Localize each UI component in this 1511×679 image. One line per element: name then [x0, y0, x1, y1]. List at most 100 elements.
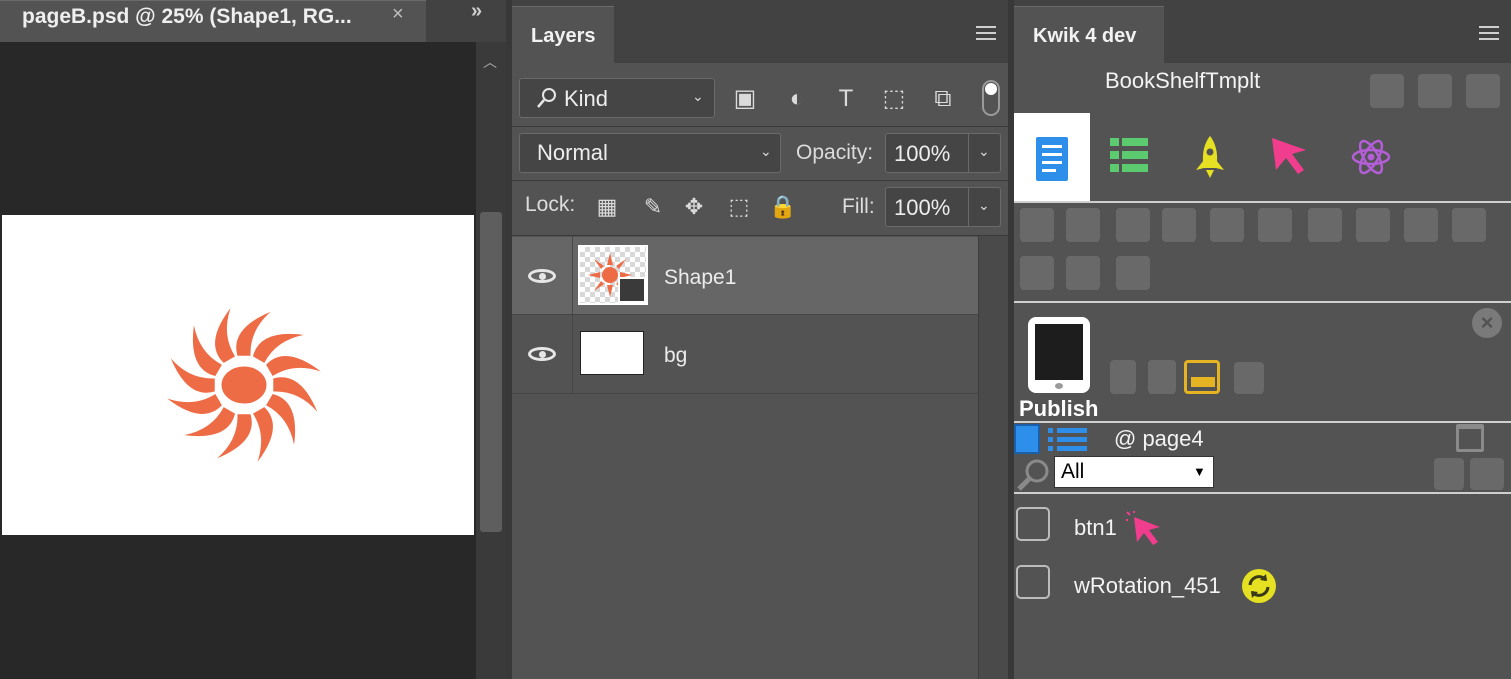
opacity-value: 100% [894, 141, 951, 166]
project-name: BookShelfTmplt [1105, 68, 1261, 93]
layers-list-icon[interactable] [1110, 136, 1150, 176]
new-project-folder-icon[interactable] [1370, 74, 1404, 108]
lock-all-icon[interactable]: 🔒 [768, 192, 798, 222]
layers-stack-icon[interactable] [1020, 256, 1054, 290]
trash-icon[interactable] [1456, 424, 1484, 452]
collapse-panels-icon[interactable]: » [471, 0, 482, 23]
layer-name-bg: bg [664, 344, 688, 367]
document-tab-title: pageB.psd @ 25% (Shape1, RG... [22, 5, 352, 28]
layer-row-shape1[interactable]: Shape1 [512, 237, 978, 315]
variable-icon[interactable] [1116, 256, 1150, 290]
tab-kwik[interactable]: Kwik 4 dev [1014, 6, 1164, 63]
vector-mask-icon [618, 277, 646, 303]
filter-toggle[interactable] [982, 80, 1000, 116]
visibility-eye-icon[interactable] [528, 269, 556, 283]
video-icon[interactable] [1404, 208, 1438, 242]
clipboard-icon[interactable] [1470, 458, 1504, 490]
filter-select-value: All [1061, 460, 1085, 483]
lock-label: Lock: [525, 193, 576, 216]
type-filter-icon[interactable]: T [831, 84, 861, 114]
panel-menu-icon[interactable] [1479, 26, 1499, 40]
dotted-circle-icon[interactable] [1066, 256, 1100, 290]
tablet-device-icon[interactable] [1028, 317, 1090, 393]
open-folder-icon[interactable] [1418, 74, 1452, 108]
opacity-label: Opacity: [796, 141, 874, 164]
blend-mode-select[interactable]: Normal ⌄ [519, 133, 781, 173]
adjustment-filter-icon[interactable]: ◐ [782, 84, 812, 114]
lock-artboard-icon[interactable]: ⬚ [724, 192, 754, 222]
chevron-down-icon[interactable]: ⌄ [978, 143, 990, 160]
document-tab-bar: pageB.psd @ 25% (Shape1, RG... × » [0, 0, 506, 42]
stack-icon[interactable] [1258, 208, 1292, 242]
audio-icon[interactable] [1356, 208, 1390, 242]
layers-scrollbar[interactable] [978, 236, 1008, 679]
lock-position-icon[interactable]: ✥ [679, 192, 709, 222]
opacity-input[interactable]: 100% ⌄ [885, 133, 1001, 173]
scroll-thumb[interactable] [480, 212, 502, 532]
rocket-icon[interactable] [1192, 134, 1228, 180]
sun-ray [266, 356, 321, 377]
document-canvas[interactable] [2, 215, 474, 535]
document-scrollbar[interactable]: ︿ [476, 42, 506, 679]
paste-icon[interactable] [1434, 458, 1464, 490]
layer-row-bg[interactable]: bg [512, 315, 978, 393]
item-label: wRotation_451 [1074, 573, 1221, 598]
add-page-icon[interactable] [1308, 208, 1342, 242]
item-checkbox[interactable] [1016, 507, 1050, 541]
search-icon[interactable] [1016, 458, 1050, 492]
shape-filter-icon[interactable]: ⬚ [879, 84, 909, 114]
dropdown-arrow-icon: ▼ [1193, 464, 1206, 479]
image-filter-icon[interactable]: ▣ [730, 84, 760, 114]
lock-brush-icon[interactable]: ✎ [638, 192, 668, 222]
terminal-icon[interactable] [1210, 208, 1244, 242]
page-label: @ page4 [1114, 426, 1204, 451]
fill-input[interactable]: 100% ⌄ [885, 187, 1001, 227]
item-checkbox[interactable] [1016, 565, 1050, 599]
visibility-eye-icon[interactable] [528, 347, 556, 361]
qr-code-icon[interactable] [1110, 360, 1136, 394]
document-panel: pageB.psd @ 25% (Shape1, RG... × » ︿ [0, 0, 506, 679]
smart-object-filter-icon[interactable]: ⧉ [928, 84, 958, 114]
code-icon[interactable] [1116, 208, 1150, 242]
open-project-icon[interactable] [1020, 208, 1054, 242]
list-item[interactable]: btn1 [1014, 505, 1511, 549]
close-circle-icon[interactable]: × [1472, 308, 1502, 338]
tab-pages[interactable] [1014, 113, 1090, 201]
fill-value: 100% [894, 195, 951, 220]
pointer-icon[interactable] [1268, 134, 1312, 178]
close-tab-icon[interactable]: × [392, 3, 404, 26]
chevron-down-icon: ⌄ [760, 143, 772, 159]
copy-icon[interactable] [1234, 362, 1264, 394]
document-tab[interactable]: pageB.psd @ 25% (Shape1, RG... × [0, 0, 426, 42]
list-view-icon[interactable] [1048, 426, 1088, 454]
bookshelf-icon[interactable] [1466, 74, 1500, 108]
page-view-icon[interactable] [1014, 424, 1040, 454]
filter-kind-select[interactable]: Kind ⌄ [519, 78, 715, 118]
layer-thumbnail-shape1 [578, 245, 648, 305]
page-document-icon [1036, 137, 1068, 181]
publish-label[interactable]: Publish [1019, 396, 1098, 422]
item-label: btn1 [1074, 515, 1117, 540]
separator [1014, 201, 1511, 203]
filter-kind-label: Kind [564, 86, 609, 111]
puzzle-icon[interactable] [1148, 360, 1176, 394]
rotation-icon [1242, 569, 1276, 603]
filter-select[interactable]: All ▼ [1054, 456, 1214, 488]
pointer-icon [1126, 511, 1160, 545]
kwik-panel: Kwik 4 dev BookShelfTmplt Publish × @ pa… [1014, 0, 1511, 679]
atom-icon[interactable] [1350, 136, 1392, 178]
tab-layers-label: Layers [531, 25, 596, 47]
tab-layers[interactable]: Layers [512, 6, 614, 63]
search-icon [537, 88, 556, 108]
new-page-icon[interactable] [1066, 208, 1100, 242]
html-icon[interactable] [1162, 208, 1196, 242]
gallery-icon[interactable] [1184, 360, 1220, 394]
list-item[interactable]: wRotation_451 [1014, 563, 1511, 607]
scroll-up-icon[interactable]: ︿ [483, 52, 497, 72]
separator [1014, 301, 1511, 303]
lock-transparent-icon[interactable]: ▦ [592, 192, 622, 222]
separator [1014, 421, 1511, 423]
chevron-down-icon[interactable]: ⌄ [978, 197, 990, 214]
panel-menu-icon[interactable] [976, 26, 996, 40]
timer-icon[interactable] [1452, 208, 1486, 242]
